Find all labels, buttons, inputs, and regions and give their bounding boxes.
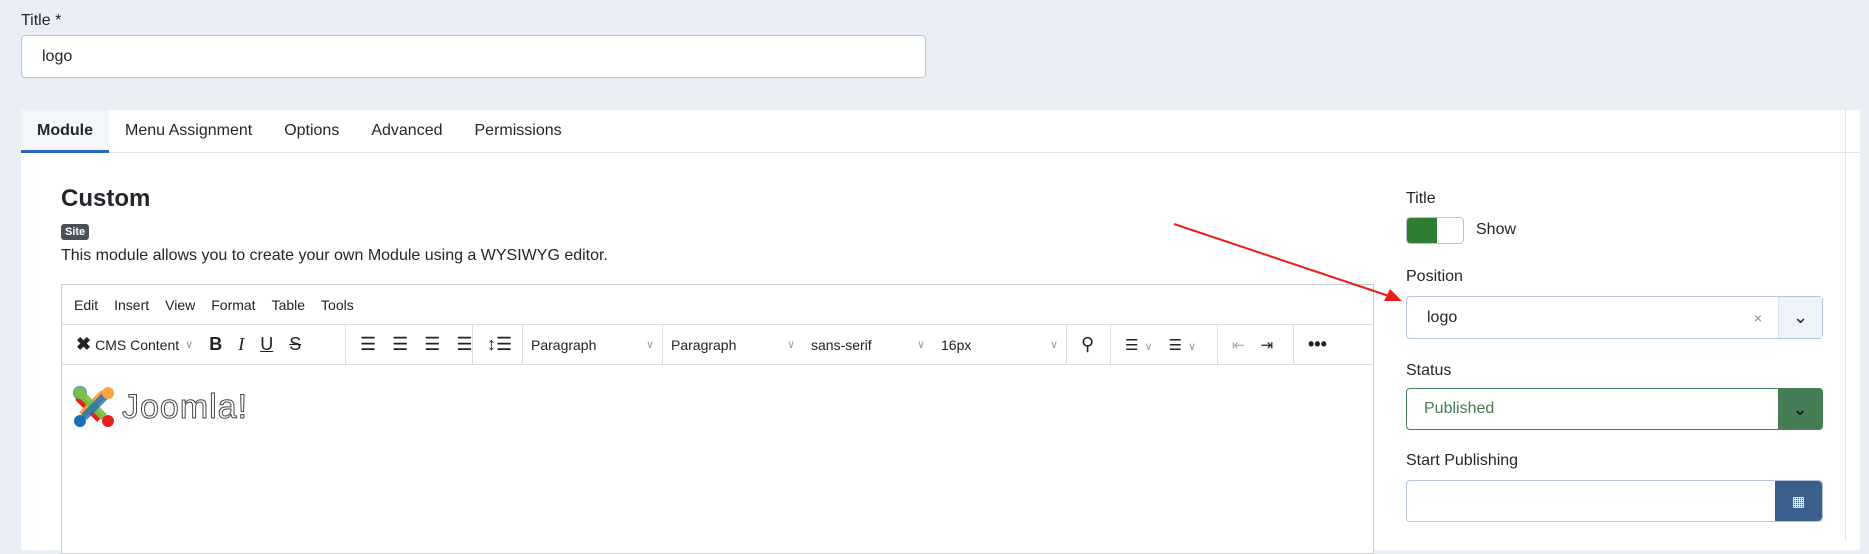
annotation-arrow xyxy=(1173,223,1402,301)
